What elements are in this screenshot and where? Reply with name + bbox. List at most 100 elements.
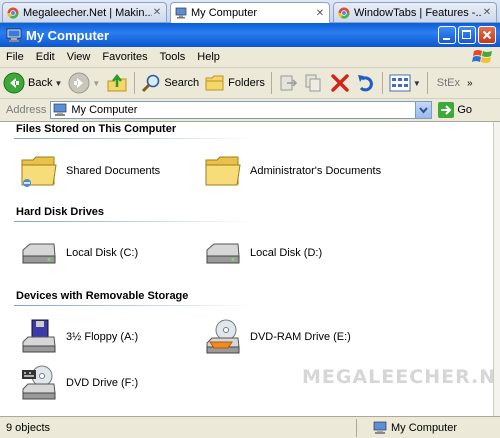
stex-button[interactable]: StEx xyxy=(431,70,463,96)
watermark-text: MEGALEECHER.NET xyxy=(302,366,500,388)
go-arrow-icon xyxy=(438,102,455,118)
go-button[interactable]: Go xyxy=(438,102,472,118)
my-computer-icon xyxy=(175,7,187,19)
my-computer-icon xyxy=(6,28,22,42)
toolbar: Back ▼ ▼ Search Folders ▼ StEx » xyxy=(0,68,500,99)
group-divider xyxy=(14,305,254,306)
tab-label: My Computer xyxy=(191,7,258,19)
menu-view[interactable]: View xyxy=(61,51,97,63)
item-label: 3½ Floppy (A:) xyxy=(66,331,139,343)
tab-my-computer[interactable]: My Computer ✕ xyxy=(170,2,330,23)
delete-icon xyxy=(331,74,349,92)
status-bar: 9 objects My Computer xyxy=(0,416,500,438)
item-label: Local Disk (D:) xyxy=(250,247,323,259)
chevron-down-icon[interactable]: ▼ xyxy=(54,79,62,88)
close-tab-icon[interactable]: ✕ xyxy=(315,8,325,19)
menu-tools[interactable]: Tools xyxy=(154,51,192,63)
tab-label: WindowTabs | Features -... xyxy=(354,6,482,19)
item-label: Administrator's Documents xyxy=(250,165,382,177)
tab-windowtabs[interactable]: WindowTabs | Features -... ✕ xyxy=(333,2,497,22)
menu-file[interactable]: File xyxy=(0,51,30,63)
address-dropdown-button[interactable] xyxy=(415,102,432,118)
minimize-button[interactable] xyxy=(438,26,456,44)
forward-button[interactable]: ▼ xyxy=(65,70,103,96)
delete-button[interactable] xyxy=(327,70,353,96)
chevron-down-icon xyxy=(419,107,429,114)
up-folder-button[interactable] xyxy=(103,70,131,96)
folder-icon xyxy=(205,156,241,186)
tab-label: Megaleecher.Net | Makin... xyxy=(23,6,152,19)
toolbar-separator xyxy=(270,72,272,94)
copy-to-button[interactable] xyxy=(301,70,327,96)
back-button[interactable]: Back ▼ xyxy=(0,70,65,96)
window-frame: Megaleecher.Net | Makin... ✕ My Computer… xyxy=(0,0,500,438)
folders-label: Folders xyxy=(228,77,265,89)
stex-label: StEx xyxy=(436,77,461,89)
item-label: Local Disk (C:) xyxy=(66,247,139,259)
toolbar-separator xyxy=(134,72,136,94)
folders-button[interactable]: Folders xyxy=(202,70,268,96)
title-bar[interactable]: My Computer xyxy=(0,23,500,47)
undo-button[interactable] xyxy=(353,70,379,96)
close-button[interactable] xyxy=(478,26,496,44)
group-divider xyxy=(14,138,254,139)
group-heading-removable: Devices with Removable Storage xyxy=(16,290,189,302)
minimize-icon xyxy=(443,38,450,40)
item-floppy-a[interactable]: 3½ Floppy (A:) xyxy=(20,318,138,356)
views-icon xyxy=(389,74,411,92)
my-computer-icon xyxy=(54,103,67,116)
group-heading-files: Files Stored on This Computer xyxy=(16,123,177,135)
search-icon xyxy=(142,74,160,93)
close-tab-icon[interactable]: ✕ xyxy=(482,7,492,18)
maximize-button[interactable] xyxy=(458,26,476,44)
search-button[interactable]: Search xyxy=(138,70,202,96)
item-dvd-ram-e[interactable]: DVD-RAM Drive (E:) xyxy=(204,318,351,356)
vertical-scrollbar[interactable] xyxy=(493,122,500,418)
search-label: Search xyxy=(164,77,200,89)
chevron-down-icon[interactable]: ▼ xyxy=(92,79,100,88)
copy-to-icon xyxy=(305,74,321,92)
chrome-icon xyxy=(338,7,350,19)
close-icon xyxy=(482,30,492,40)
address-bar: Address My Computer Go xyxy=(0,99,500,122)
chevron-down-icon[interactable]: ▼ xyxy=(413,79,421,88)
item-local-disk-c[interactable]: Local Disk (C:) xyxy=(20,234,138,272)
item-dvd-f[interactable]: DVD Drive (F:) xyxy=(20,364,138,402)
folders-icon xyxy=(205,75,224,91)
my-computer-icon xyxy=(373,421,387,434)
toolbar-separator xyxy=(426,72,428,94)
undo-icon xyxy=(357,75,373,92)
item-local-disk-d[interactable]: Local Disk (D:) xyxy=(204,234,322,272)
item-shared-documents[interactable]: Shared Documents xyxy=(20,152,160,190)
go-label: Go xyxy=(457,104,473,116)
menu-bar: File Edit View Favorites Tools Help xyxy=(0,47,500,68)
back-label: Back xyxy=(28,77,53,89)
tab-megaleecher[interactable]: Megaleecher.Net | Makin... ✕ xyxy=(2,2,167,22)
hard-disk-icon xyxy=(206,243,240,264)
maximize-icon xyxy=(462,30,471,39)
address-value: My Computer xyxy=(71,104,138,116)
toolbar-overflow-chevron-icon[interactable]: » xyxy=(467,78,473,89)
hard-disk-icon xyxy=(22,243,56,264)
toolbar-separator xyxy=(381,72,383,94)
back-arrow-icon xyxy=(3,72,25,94)
status-location: My Computer xyxy=(356,419,457,437)
window-title: My Computer xyxy=(26,27,110,43)
dvd-ram-drive-icon xyxy=(206,319,240,354)
move-to-icon xyxy=(280,75,297,91)
close-tab-icon[interactable]: ✕ xyxy=(152,7,162,18)
item-label: DVD Drive (F:) xyxy=(66,377,139,389)
menu-favorites[interactable]: Favorites xyxy=(96,51,153,63)
chrome-icon xyxy=(7,7,19,19)
menu-edit[interactable]: Edit xyxy=(30,51,61,63)
item-administrators-documents[interactable]: Administrator's Documents xyxy=(204,152,381,190)
status-object-count: 9 objects xyxy=(6,422,51,434)
menu-help[interactable]: Help xyxy=(191,51,226,63)
group-heading-hard-disks: Hard Disk Drives xyxy=(16,206,105,218)
move-to-button[interactable] xyxy=(275,70,301,96)
forward-arrow-icon xyxy=(68,72,90,94)
item-label: DVD-RAM Drive (E:) xyxy=(250,331,351,343)
views-button[interactable]: ▼ xyxy=(386,70,424,96)
item-label: Shared Documents xyxy=(66,165,161,177)
address-input[interactable]: My Computer xyxy=(50,101,433,119)
